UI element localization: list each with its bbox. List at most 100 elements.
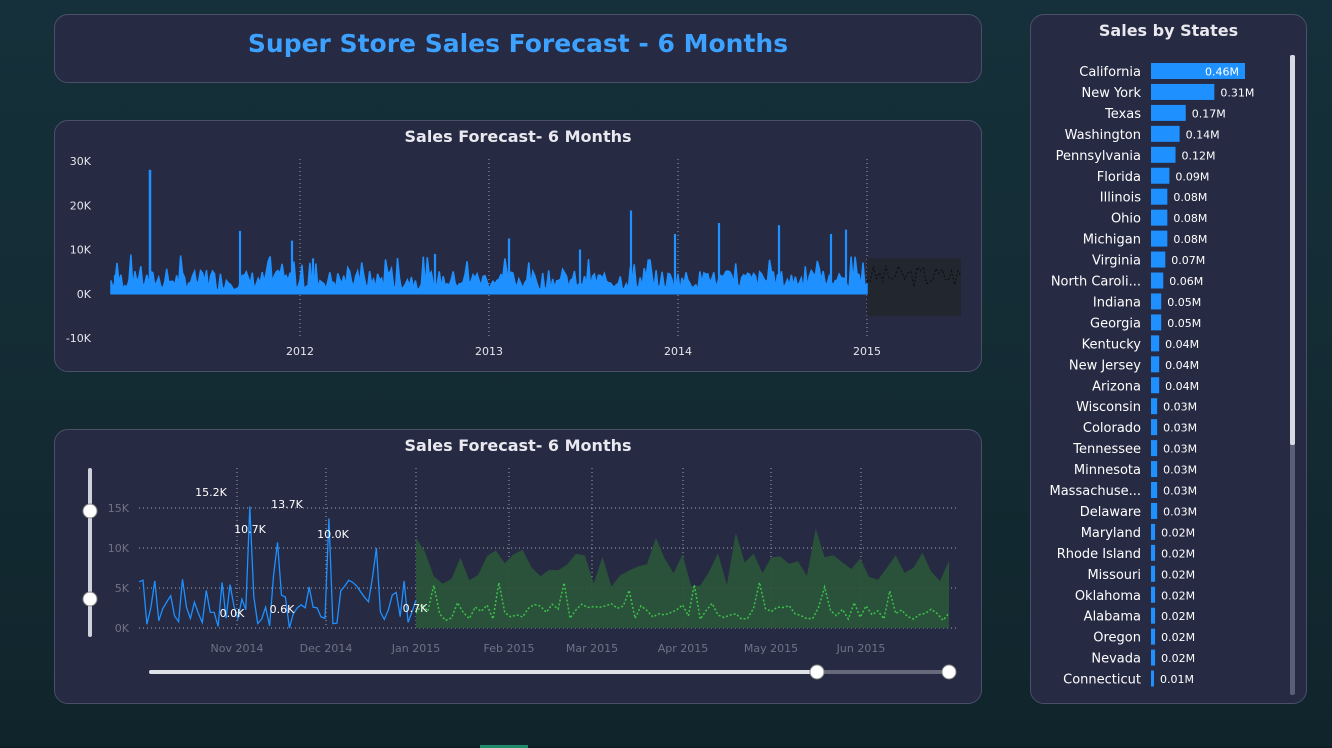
- state-bar[interactable]: [1151, 188, 1168, 205]
- state-label: Tennessee: [1072, 442, 1141, 457]
- state-label: Nevada: [1091, 652, 1141, 667]
- state-label: Virginia: [1092, 254, 1141, 269]
- state-value-label: 0.08M: [1173, 233, 1207, 246]
- state-bar[interactable]: [1151, 230, 1168, 247]
- y-tick-label: 0K: [77, 288, 92, 301]
- state-value-label: 0.02M: [1161, 610, 1195, 623]
- y-tick-label: 0K: [115, 622, 130, 635]
- chart-sales-forecast-zoom[interactable]: Sales Forecast- 6 Months 15K 10K 5K 0K Nov 2…: [54, 429, 982, 704]
- x-tick-label: 2014: [664, 345, 692, 358]
- state-bar[interactable]: [1151, 482, 1158, 498]
- state-value-label: 0.03M: [1163, 401, 1197, 414]
- state-bar[interactable]: [1151, 314, 1162, 331]
- state-bar[interactable]: [1151, 272, 1164, 289]
- state-bar[interactable]: [1151, 146, 1176, 163]
- state-label: New Jersey: [1069, 358, 1141, 373]
- page-title: Super Store Sales Forecast - 6 Months: [247, 29, 789, 58]
- state-value-label: 0.02M: [1161, 631, 1195, 644]
- y-tick-label: 30K: [70, 155, 92, 168]
- state-value-label: 0.02M: [1161, 526, 1195, 539]
- state-bar[interactable]: [1151, 251, 1166, 268]
- sales-by-states-card[interactable]: Sales by States California 0.46M New York 0…: [1030, 14, 1307, 704]
- state-label: Washington: [1065, 128, 1141, 143]
- y-tick-label: -10K: [66, 332, 92, 345]
- state-value-label: 0.17M: [1192, 107, 1226, 120]
- state-bar[interactable]: [1151, 293, 1162, 310]
- data-label: 0.0K: [220, 607, 245, 620]
- x-tick-label: Nov 2014: [211, 642, 264, 655]
- state-label: Rhode Island: [1057, 547, 1141, 562]
- state-label: North Caroli...: [1051, 275, 1141, 290]
- x-slider-handle-right[interactable]: [941, 664, 957, 680]
- state-bar[interactable]: [1151, 398, 1158, 415]
- data-label: 0.7K: [403, 602, 428, 615]
- state-label: Pennsylvania: [1056, 149, 1141, 164]
- chart-sales-forecast-overview[interactable]: Sales Forecast- 6 Months 30K 20K 10K 0K -10K…: [54, 120, 982, 372]
- y-tick-label: 10K: [108, 542, 130, 555]
- state-value-label: 0.03M: [1163, 422, 1197, 435]
- state-value-label: 0.01M: [1160, 673, 1194, 686]
- state-label: Minnesota: [1074, 463, 1141, 478]
- x-tick-label: 2015: [853, 345, 881, 358]
- state-bar[interactable]: [1151, 649, 1156, 666]
- state-label: Kentucky: [1082, 337, 1142, 352]
- state-label: Alabama: [1084, 610, 1141, 625]
- state-bar[interactable]: [1151, 544, 1156, 561]
- state-bar[interactable]: [1151, 523, 1156, 540]
- y-tick-label: 20K: [70, 199, 92, 212]
- state-bar[interactable]: [1151, 586, 1156, 603]
- state-value-label: 0.07M: [1171, 254, 1205, 267]
- state-bar[interactable]: [1151, 565, 1156, 582]
- state-value-label: 0.06M: [1169, 275, 1203, 288]
- state-bar[interactable]: [1151, 356, 1160, 373]
- state-bar[interactable]: [1151, 125, 1180, 142]
- state-value-label: 0.05M: [1167, 317, 1201, 330]
- chart1-svg[interactable]: 30K 20K 10K 0K -10K 2012 2013 2014 2015: [55, 121, 981, 371]
- state-label: Missouri: [1087, 568, 1141, 583]
- state-label: Arizona: [1092, 379, 1141, 394]
- forecast-band: [867, 258, 961, 316]
- state-bar[interactable]: [1151, 628, 1156, 645]
- x-slider-handle-left[interactable]: [809, 664, 825, 680]
- chart2-svg[interactable]: 15K 10K 5K 0K Nov 2014 Dec 2014 Jan 2015 Feb 20…: [55, 430, 981, 703]
- scrollbar-thumb[interactable]: [1290, 55, 1295, 445]
- data-label: 13.7K: [271, 498, 303, 511]
- state-value-label: 0.02M: [1161, 568, 1195, 581]
- states-bar-svg[interactable]: California 0.46M New York 0.31M Texas 0.17M Wa…: [1031, 15, 1306, 703]
- state-bar[interactable]: [1151, 419, 1158, 436]
- x-tick-label: Feb 2015: [484, 642, 535, 655]
- state-label: Ohio: [1111, 212, 1141, 227]
- state-bar[interactable]: [1151, 502, 1158, 519]
- x-tick-label: 2012: [286, 345, 314, 358]
- state-bar[interactable]: [1151, 377, 1160, 394]
- state-value-label: 0.04M: [1165, 380, 1199, 393]
- state-value-label: 0.03M: [1163, 443, 1197, 456]
- state-bar[interactable]: [1151, 209, 1168, 226]
- y-slider-handle-top[interactable]: [82, 503, 98, 519]
- x-tick-label: May 2015: [744, 642, 798, 655]
- x-tick-label: 2013: [475, 345, 503, 358]
- y-tick-label: 5K: [115, 582, 130, 595]
- state-label: Florida: [1097, 170, 1141, 185]
- state-bar[interactable]: [1151, 335, 1160, 352]
- state-label: Michigan: [1083, 233, 1141, 248]
- state-label: Wisconsin: [1076, 400, 1141, 415]
- state-value-label: 0.02M: [1161, 589, 1195, 602]
- state-label: New York: [1081, 86, 1141, 101]
- state-bar[interactable]: [1151, 104, 1186, 121]
- state-label: Delaware: [1080, 505, 1141, 520]
- y-slider-handle-bottom[interactable]: [82, 591, 98, 607]
- state-bar[interactable]: [1151, 83, 1215, 100]
- data-label: 10.7K: [234, 523, 266, 536]
- state-label: Illinois: [1100, 191, 1141, 206]
- state-bar[interactable]: [1151, 607, 1156, 624]
- state-value-label: 0.31M: [1220, 86, 1254, 99]
- state-bar[interactable]: [1151, 167, 1170, 184]
- forecast-band: [416, 528, 949, 628]
- state-bar[interactable]: [1151, 461, 1158, 478]
- state-bar[interactable]: [1151, 440, 1158, 457]
- state-label: Texas: [1104, 107, 1141, 122]
- state-value-label: 0.09M: [1175, 170, 1209, 183]
- state-label: Indiana: [1093, 295, 1141, 310]
- state-bar[interactable]: [1151, 670, 1154, 687]
